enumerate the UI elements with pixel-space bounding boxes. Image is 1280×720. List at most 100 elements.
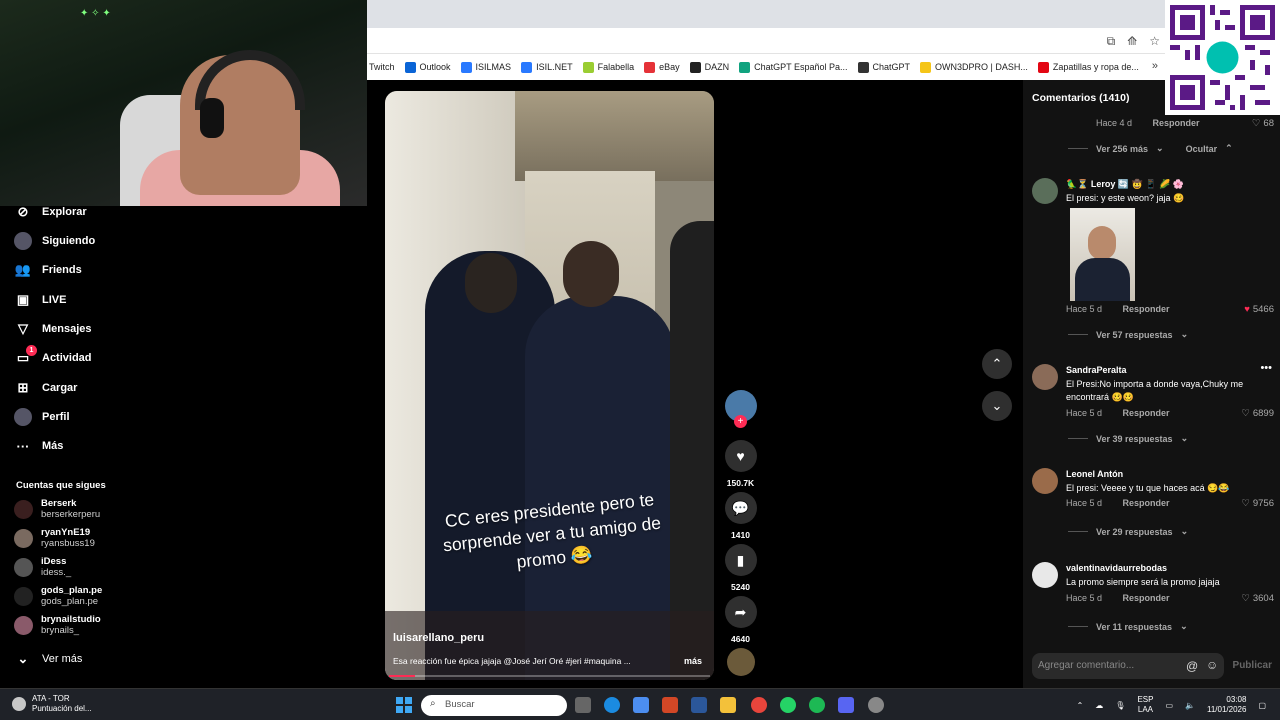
comment-like[interactable]: ♡ 6899: [1241, 408, 1274, 419]
following-account[interactable]: ryanYnE19 ryansbuss19: [14, 527, 95, 549]
post-comment-button[interactable]: Publicar: [1233, 660, 1272, 671]
bookmark-icon[interactable]: ▮: [724, 544, 757, 576]
like-action[interactable]: ♥ 150.7K: [724, 440, 757, 488]
windows-start-icon[interactable]: [396, 697, 412, 713]
following-account[interactable]: Berserk berserkerperu: [14, 498, 100, 520]
spotify-icon[interactable]: [809, 697, 825, 713]
bookmark-item[interactable]: Outlook: [404, 61, 451, 73]
store-icon[interactable]: [633, 697, 649, 713]
comment-like[interactable]: ♥ 5466: [1244, 304, 1274, 315]
bookmark-item[interactable]: Falabella: [582, 61, 634, 73]
following-account[interactable]: iDess idess._: [14, 556, 71, 578]
previous-video-button[interactable]: ⌃: [982, 349, 1012, 379]
display-icon[interactable]: ▭: [1165, 701, 1173, 710]
comment-options-icon[interactable]: •••: [1260, 362, 1272, 374]
next-video-button[interactable]: ⌄: [982, 391, 1012, 421]
sidebar-item-perfil[interactable]: ● Perfil: [14, 408, 70, 426]
video-more-link[interactable]: más: [684, 656, 702, 666]
reply-button[interactable]: Responder: [1123, 498, 1170, 508]
clock[interactable]: 03:08 11/01/2026: [1207, 695, 1246, 715]
taskbar-search[interactable]: ⌕ Buscar: [421, 695, 567, 716]
reply-button[interactable]: Responder: [1153, 118, 1200, 128]
obs-icon[interactable]: [868, 697, 884, 713]
bookmarks-overflow-icon[interactable]: »: [1152, 60, 1158, 72]
commenter-avatar[interactable]: [1032, 562, 1058, 588]
chrome-icon[interactable]: [751, 697, 767, 713]
bookmark-item[interactable]: OWN3DPRO | DASH...: [920, 61, 1028, 73]
translate-icon[interactable]: ⟰: [1127, 34, 1137, 49]
sidebar-item-cargar[interactable]: ⊞ Cargar: [14, 379, 78, 397]
sound-disc[interactable]: [724, 648, 757, 676]
edge-icon[interactable]: [604, 697, 620, 713]
heart-icon[interactable]: ♥: [724, 440, 757, 472]
language-indicator[interactable]: ESP LAA: [1137, 695, 1153, 715]
sidebar-item-friends[interactable]: 👥 Friends: [14, 261, 82, 279]
sidebar-item-mensajes[interactable]: ▽ Mensajes: [14, 320, 92, 338]
following-account[interactable]: brynailstudio brynails_: [14, 614, 101, 636]
address-bar[interactable]: ⧉ ⟰ ☆: [367, 28, 1280, 54]
bookmark-item[interactable]: ISIL.NET: [521, 61, 573, 73]
commenter-name[interactable]: SandraPeralta: [1066, 365, 1127, 375]
commenter-name[interactable]: 🦜⏳ Leroy 🔄 🤠 📱 🌽 🌸: [1066, 179, 1184, 190]
task-view-icon[interactable]: [575, 697, 591, 713]
notifications-icon[interactable]: ▢: [1258, 701, 1266, 710]
bookmark-item[interactable]: ISILMAS: [460, 61, 511, 73]
save-action[interactable]: ▮ 5240: [724, 544, 757, 592]
discord-icon[interactable]: [838, 697, 854, 713]
whatsapp-icon[interactable]: [780, 697, 796, 713]
reply-button[interactable]: Responder: [1123, 408, 1170, 418]
share-action[interactable]: ➦ 4640: [724, 596, 757, 644]
video-progress-bar[interactable]: [389, 675, 710, 677]
cast-icon[interactable]: ⧉: [1107, 34, 1116, 49]
bookmark-label: Outlook: [419, 62, 451, 72]
commenter-avatar[interactable]: [1032, 468, 1058, 494]
comment-like[interactable]: ♡ 9756: [1241, 498, 1274, 509]
sidebar-item-más[interactable]: ··· Más: [14, 437, 64, 455]
powerpoint-icon[interactable]: [662, 697, 678, 713]
view-replies[interactable]: Ver 57 respuestas ⌄: [1068, 329, 1188, 340]
commenter-avatar[interactable]: [1032, 178, 1058, 204]
account-name: brynailstudio: [41, 614, 101, 625]
emoji-icon[interactable]: ☺: [1206, 658, 1218, 672]
volume-icon[interactable]: 🔈: [1185, 701, 1195, 710]
sidebar-item-live[interactable]: ▣ LIVE: [14, 291, 67, 309]
follow-plus-icon[interactable]: +: [734, 415, 747, 428]
bookmark-item[interactable]: ChatGPT: [857, 61, 910, 73]
commenter-name[interactable]: Leonel Antón: [1066, 469, 1123, 479]
comment-image[interactable]: [1070, 208, 1135, 301]
top-comment-like[interactable]: ♡ 68: [1252, 118, 1274, 129]
file-explorer-icon[interactable]: [720, 697, 736, 713]
bookmark-item[interactable]: ChatGPT Español Pa...: [739, 61, 848, 73]
reply-button[interactable]: Responder: [1123, 304, 1170, 314]
bookmark-item[interactable]: eBay: [644, 61, 680, 73]
view-replies[interactable]: Ver 11 respuestas ⌄: [1068, 621, 1188, 632]
bookmark-item[interactable]: Zapatillas y ropa de...: [1037, 61, 1139, 73]
comment-action[interactable]: 💬 1410: [724, 492, 757, 540]
video-player[interactable]: CC eres presidente pero te sorprende ver…: [385, 91, 714, 680]
network-icon[interactable]: ☁: [1095, 701, 1103, 710]
mention-icon[interactable]: @: [1186, 659, 1198, 673]
following-account[interactable]: gods_plan.pe gods_plan.pe: [14, 585, 102, 607]
bookmark-star-icon[interactable]: ☆: [1149, 34, 1160, 49]
comment-icon[interactable]: 💬: [724, 492, 757, 524]
commenter-avatar[interactable]: [1032, 364, 1058, 390]
sidebar-item-siguiendo[interactable]: ◉ Siguiendo: [14, 232, 95, 250]
view-replies[interactable]: Ver 29 respuestas ⌄: [1068, 526, 1188, 537]
comment-like[interactable]: ♡ 3604: [1241, 593, 1274, 604]
hide-replies-button[interactable]: Ocultar: [1186, 144, 1218, 154]
bookmark-item[interactable]: Twitch: [369, 62, 395, 72]
chevron-up-icon[interactable]: ⌃: [1077, 701, 1084, 710]
view-replies[interactable]: Ver 39 respuestas ⌄: [1068, 433, 1188, 444]
reply-button[interactable]: Responder: [1123, 593, 1170, 603]
see-more-replies[interactable]: Ver 256 más ⌄ Ocultar ⌃: [1068, 143, 1233, 154]
video-author[interactable]: luisarellano_peru: [393, 632, 484, 644]
see-more-button[interactable]: ⌄ Ver más: [14, 650, 83, 668]
weather-widget[interactable]: ATA - TOR Puntuación del...: [12, 694, 92, 714]
creator-avatar-button[interactable]: +: [724, 390, 757, 428]
share-icon[interactable]: ➦: [724, 596, 757, 628]
bookmark-item[interactable]: DAZN: [689, 61, 729, 73]
microphone-icon[interactable]: 🎙: [1115, 701, 1125, 710]
sidebar-item-actividad[interactable]: ▭ 1 Actividad: [14, 345, 92, 367]
word-icon[interactable]: [691, 697, 707, 713]
commenter-name[interactable]: valentinavidaurrebodas: [1066, 563, 1167, 573]
